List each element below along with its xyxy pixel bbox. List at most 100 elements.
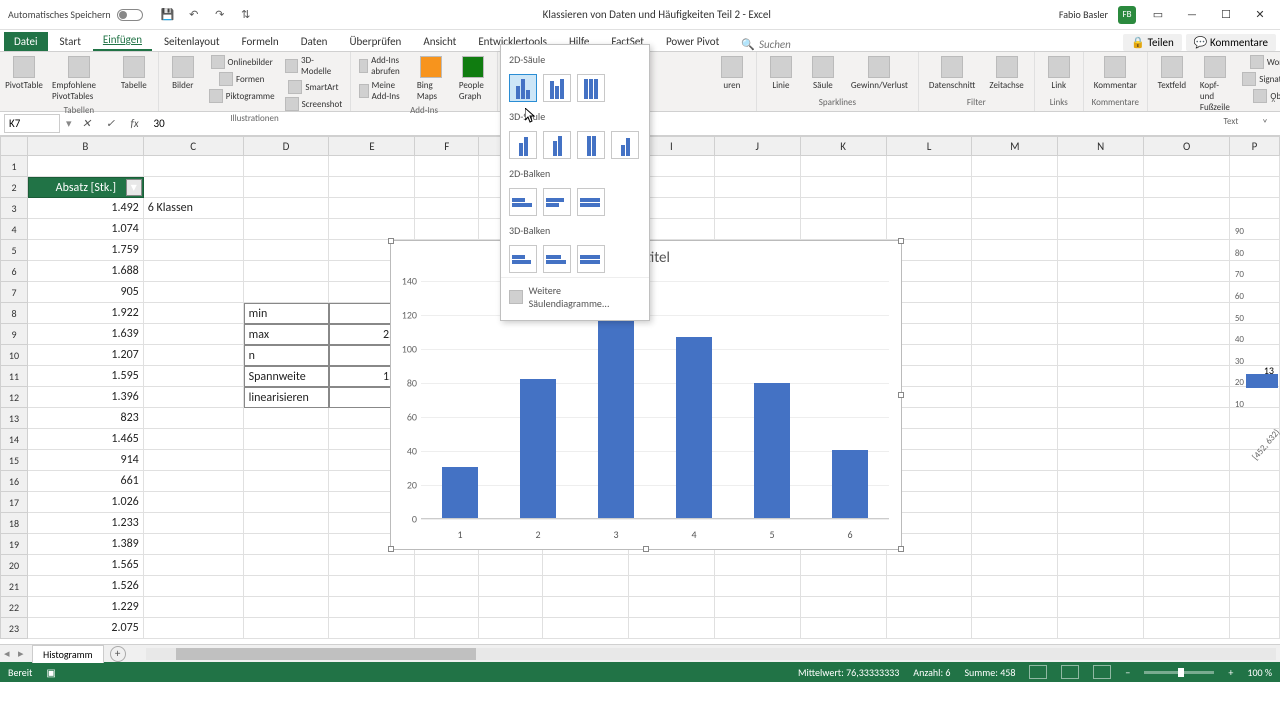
clustered-column-2d-option[interactable]	[509, 74, 537, 102]
cell[interactable]: 823	[28, 408, 144, 429]
cell[interactable]	[801, 576, 887, 597]
cell[interactable]	[972, 387, 1058, 408]
cell[interactable]: 1.526	[28, 576, 144, 597]
cell[interactable]	[1058, 387, 1144, 408]
cell[interactable]	[1058, 261, 1144, 282]
cell[interactable]	[1058, 156, 1144, 177]
cell[interactable]	[1058, 303, 1144, 324]
cell[interactable]	[1144, 576, 1230, 597]
screenshot-button[interactable]: Screenshot	[281, 96, 347, 112]
cell[interactable]	[887, 177, 973, 198]
signature-button[interactable]: Signaturzeile	[1238, 71, 1280, 87]
cell[interactable]: 1.759	[28, 240, 144, 261]
cell[interactable]	[1230, 177, 1280, 198]
cell[interactable]	[801, 156, 887, 177]
col-header[interactable]: P	[1230, 136, 1280, 156]
tab-start[interactable]: Start	[50, 32, 91, 51]
cell[interactable]	[1144, 597, 1230, 618]
row-header[interactable]: 11	[0, 366, 28, 387]
cell[interactable]	[715, 219, 801, 240]
cell[interactable]	[887, 198, 973, 219]
sparkline-column-button[interactable]: Säule	[803, 54, 843, 93]
stacked100-column-3d-option[interactable]	[577, 131, 605, 159]
cell[interactable]	[244, 513, 330, 534]
tab-seitenlayout[interactable]: Seitenlayout	[154, 32, 230, 51]
cell[interactable]: 1.074	[28, 219, 144, 240]
cell[interactable]	[1230, 597, 1280, 618]
autosave-toggle[interactable]: Automatisches Speichern	[0, 8, 151, 21]
cell[interactable]	[479, 555, 543, 576]
cell[interactable]: 1.396	[28, 387, 144, 408]
row-header[interactable]: 3	[0, 198, 28, 219]
cell[interactable]: 1.688	[28, 261, 144, 282]
headerfooter-button[interactable]: Kopf- und Fußzeile	[1194, 54, 1236, 115]
comments-button[interactable]: 💬 Kommentare	[1186, 34, 1276, 51]
sparkline-line-button[interactable]: Linie	[761, 54, 801, 93]
row-header[interactable]: 18	[0, 513, 28, 534]
cell[interactable]	[972, 429, 1058, 450]
cell[interactable]	[144, 492, 244, 513]
cell[interactable]	[144, 261, 244, 282]
row-header[interactable]: 4	[0, 219, 28, 240]
cell[interactable]	[1058, 618, 1144, 639]
cell[interactable]	[972, 177, 1058, 198]
cell[interactable]	[144, 408, 244, 429]
undo-icon[interactable]: ↶	[187, 8, 201, 22]
cell[interactable]: 2.075	[28, 618, 144, 639]
tab-einfuegen[interactable]: Einfügen	[93, 30, 152, 51]
cell[interactable]: 1.233	[28, 513, 144, 534]
cell[interactable]	[972, 534, 1058, 555]
cell[interactable]	[972, 345, 1058, 366]
cell[interactable]: 914	[28, 450, 144, 471]
cancel-formula-icon[interactable]: ✕	[78, 115, 96, 133]
cell[interactable]	[972, 513, 1058, 534]
cell[interactable]	[144, 219, 244, 240]
cell[interactable]	[244, 282, 330, 303]
cell[interactable]	[1144, 513, 1230, 534]
cell[interactable]	[629, 555, 715, 576]
user-name[interactable]: Fabio Basler	[1059, 8, 1108, 21]
cell[interactable]: 1.639	[28, 324, 144, 345]
col-header[interactable]: B	[28, 136, 144, 156]
row-header[interactable]: 7	[0, 282, 28, 303]
row-header[interactable]: 2	[0, 177, 28, 198]
cell[interactable]	[329, 219, 415, 240]
cell[interactable]	[244, 618, 330, 639]
cell[interactable]	[479, 618, 543, 639]
timeline-button[interactable]: Zeitachse	[983, 54, 1029, 93]
my-addins-button[interactable]: Meine Add-Ins	[355, 79, 409, 103]
bing-maps-button[interactable]: Bing Maps	[411, 54, 451, 104]
column-3d-option[interactable]	[611, 131, 639, 159]
cell[interactable]	[972, 282, 1058, 303]
cell[interactable]	[972, 219, 1058, 240]
cell[interactable]: Absatz [Stk.]▾	[28, 177, 144, 198]
cell[interactable]	[1058, 492, 1144, 513]
tab-formeln[interactable]: Formeln	[232, 32, 289, 51]
cell[interactable]	[629, 597, 715, 618]
shapes-button[interactable]: Formen	[205, 71, 279, 87]
chart-bar[interactable]	[676, 337, 712, 518]
cell[interactable]	[415, 177, 479, 198]
cell[interactable]	[144, 156, 244, 177]
link-button[interactable]: Link	[1039, 54, 1079, 93]
cell[interactable]	[1058, 408, 1144, 429]
redo-icon[interactable]: ↷	[213, 8, 227, 22]
cell[interactable]: max	[244, 324, 330, 345]
row-header[interactable]: 15	[0, 450, 28, 471]
cell[interactable]	[244, 597, 330, 618]
zoom-level[interactable]: 100 %	[1247, 666, 1272, 679]
cell[interactable]	[972, 555, 1058, 576]
col-header[interactable]: D	[244, 136, 330, 156]
cell[interactable]	[144, 534, 244, 555]
cell[interactable]: 1.465	[28, 429, 144, 450]
cell[interactable]	[1058, 240, 1144, 261]
cell[interactable]	[715, 576, 801, 597]
cell[interactable]: min	[244, 303, 330, 324]
cell[interactable]	[1058, 576, 1144, 597]
cell[interactable]	[144, 387, 244, 408]
cell[interactable]	[887, 156, 973, 177]
cell[interactable]	[415, 198, 479, 219]
cell[interactable]	[329, 177, 415, 198]
cell[interactable]	[244, 198, 330, 219]
wordart-button[interactable]: WordArt	[1238, 54, 1280, 70]
